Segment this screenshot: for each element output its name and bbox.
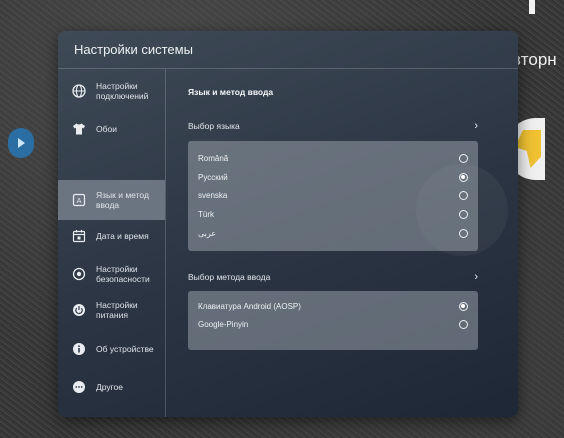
sidebar-item-language-input[interactable]: A Язык и метод ввода xyxy=(58,180,165,220)
keyboard-a-icon: A xyxy=(72,193,86,207)
calendar-icon xyxy=(72,229,86,243)
language-option[interactable]: Türk xyxy=(198,207,468,221)
section-title: Язык и метод ввода xyxy=(188,87,274,97)
expand-sidebar-handle[interactable] xyxy=(8,128,34,158)
input-method-option-label: Google-Pinyin xyxy=(198,319,249,329)
language-select-label: Выбор языка xyxy=(188,121,240,131)
sidebar-item-label: Об устройстве xyxy=(96,344,154,354)
input-method-option-label: Клавиатура Android (AOSP) xyxy=(198,301,301,311)
sidebar-item-label: Язык и метод ввода xyxy=(96,190,149,210)
chevron-right-icon: › xyxy=(474,270,478,283)
sidebar-item-wallpaper[interactable]: Обои xyxy=(58,109,165,149)
shield-icon xyxy=(72,267,86,281)
radio-button-selected[interactable] xyxy=(459,301,468,311)
more-icon xyxy=(72,380,86,394)
radio-button[interactable] xyxy=(459,209,468,219)
language-select-row[interactable]: Выбор языка › xyxy=(188,118,478,134)
radio-button-selected[interactable] xyxy=(459,172,468,182)
background-window-title: зторн xyxy=(513,50,557,69)
input-method-option[interactable]: Клавиатура Android (AOSP) xyxy=(198,299,468,313)
language-option[interactable]: عربى xyxy=(198,226,468,240)
background-bar xyxy=(529,0,535,14)
language-option[interactable]: Русский xyxy=(198,170,468,184)
sidebar-item-label: Настройки безопасности xyxy=(96,264,150,284)
sidebar-item-label: Другое xyxy=(96,382,124,392)
panel-title: Настройки системы xyxy=(74,42,193,57)
sidebar-item-security[interactable]: Настройки безопасности xyxy=(58,254,165,294)
radio-button[interactable] xyxy=(459,228,468,238)
input-method-select-row[interactable]: Выбор метода ввода › xyxy=(188,269,478,285)
language-option-label: Türk xyxy=(198,209,214,219)
sidebar-item-date-time[interactable]: Дата и время xyxy=(58,216,165,256)
language-option[interactable]: svenska xyxy=(198,188,468,202)
system-settings-panel: Настройки системы Настройки подключений … xyxy=(58,31,518,417)
globe-icon xyxy=(72,84,86,98)
language-options-list: Română Русский svenska Türk عربى xyxy=(188,141,478,251)
language-option-label: عربى xyxy=(198,228,217,238)
settings-sidebar: Настройки подключений Обои A Язык и мето… xyxy=(58,69,166,417)
language-option-label: svenska xyxy=(198,190,228,200)
chevron-right-icon xyxy=(18,138,25,148)
settings-content: Язык и метод ввода Выбор языка › Română … xyxy=(166,69,518,417)
input-method-select-label: Выбор метода ввода xyxy=(188,272,271,282)
sidebar-item-other[interactable]: Другое xyxy=(58,367,165,407)
info-icon xyxy=(72,342,86,356)
sidebar-item-label: Настройки подключений xyxy=(96,81,149,101)
language-option-label: Română xyxy=(198,153,229,163)
radio-button[interactable] xyxy=(459,190,468,200)
sidebar-item-label: Дата и время xyxy=(96,231,149,241)
shirt-icon xyxy=(72,122,86,136)
sidebar-item-power[interactable]: Настройки питания xyxy=(58,290,165,330)
svg-text:A: A xyxy=(77,197,82,205)
radio-button[interactable] xyxy=(459,319,468,329)
language-option[interactable]: Română xyxy=(198,151,468,165)
chevron-right-icon: › xyxy=(474,119,478,132)
sidebar-item-about[interactable]: Об устройстве xyxy=(58,329,165,369)
sidebar-item-label: Обои xyxy=(96,124,117,134)
power-icon xyxy=(72,303,86,317)
sidebar-item-connections[interactable]: Настройки подключений xyxy=(58,71,165,111)
radio-button[interactable] xyxy=(459,153,468,163)
sidebar-item-label: Настройки питания xyxy=(96,300,138,320)
input-method-option[interactable]: Google-Pinyin xyxy=(198,317,468,331)
input-method-options-list: Клавиатура Android (AOSP) Google-Pinyin xyxy=(188,291,478,350)
language-option-label: Русский xyxy=(198,172,228,182)
